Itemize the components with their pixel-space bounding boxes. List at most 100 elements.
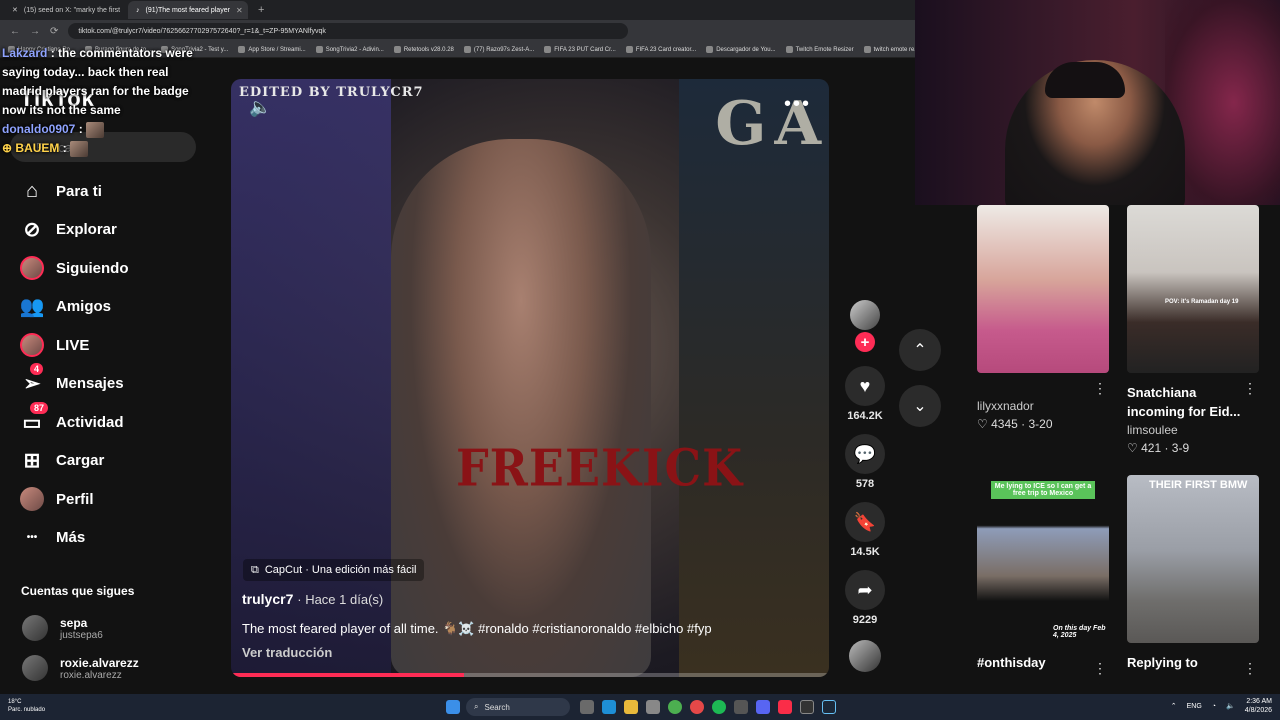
volume-icon[interactable]: 🔈 <box>1226 702 1235 710</box>
bookmark-item[interactable]: twitch emote re... <box>863 46 915 53</box>
forward-icon[interactable]: → <box>30 26 40 37</box>
sidebar-item-cargar[interactable]: ⊞ Cargar <box>20 446 105 474</box>
music-disc-button[interactable] <box>842 640 888 672</box>
video-author-row: trulycr7 · Hace 1 día(s) <box>242 591 383 607</box>
thumbnail-text: Me lying to ICE so I can get a free trip… <box>991 481 1095 499</box>
author-avatar-button[interactable]: + <box>842 300 888 352</box>
previous-video-button[interactable]: ⌃ <box>899 329 941 371</box>
volume-icon[interactable]: 🔈 <box>249 97 271 118</box>
browser-tab-2[interactable]: ♪ (91)The most feared player ✕ <box>128 1 248 19</box>
wifi-icon[interactable]: ◔ <box>1212 703 1216 710</box>
card-more-icon[interactable]: ⋮ <box>1093 660 1107 677</box>
card-author[interactable]: lilyxxnador <box>977 399 1109 413</box>
discord-icon[interactable] <box>756 700 770 714</box>
back-icon[interactable]: ← <box>10 26 20 37</box>
feed-card[interactable]: lilyxxnador ♡ 4345 · 3-20 ⋮ <box>977 205 1109 431</box>
bookmark-label: twitch emote re... <box>873 46 915 53</box>
file-explorer-icon[interactable] <box>624 700 638 714</box>
sidebar-item-más[interactable]: ••• Más <box>20 523 85 551</box>
background-sign: GA <box>715 89 829 159</box>
sidebar-item-perfil[interactable]: Perfil <box>20 485 94 513</box>
bookmark-item[interactable]: FIFA 23 PUT Card Cr... <box>544 46 616 53</box>
browser-tab-1[interactable]: ✕(15) seed on X: "marky the first✕ <box>4 1 124 19</box>
card-more-icon[interactable]: ⋮ <box>1243 660 1257 677</box>
sidebar-item-actividad[interactable]: ▭ 87 Actividad <box>20 402 124 436</box>
sidebar-item-para-ti[interactable]: ⌂ Para ti <box>20 177 102 205</box>
save-button[interactable]: 🔖 14.5K <box>842 502 888 558</box>
card-more-icon[interactable]: ⋮ <box>1093 380 1107 397</box>
video-thumbnail[interactable]: THEIR FIRST BMW <box>1127 475 1259 643</box>
thumbnail-text: POV: it's Ramadan day 19 <box>1165 299 1239 305</box>
translate-link[interactable]: Ver traducción <box>242 645 332 660</box>
video-background <box>679 79 829 677</box>
follow-plus-icon[interactable]: + <box>855 332 875 352</box>
feed-card[interactable]: THEIR FIRST BMW Replying to ⋮ <box>1127 475 1259 676</box>
language-indicator[interactable]: ENG <box>1187 703 1202 710</box>
card-title[interactable]: Replying to <box>1127 653 1245 672</box>
sidebar-item-label: Más <box>56 528 86 546</box>
bookmark-item[interactable]: App Store / Streami... <box>238 46 306 53</box>
browser-icon[interactable] <box>690 700 704 714</box>
bookmark-item[interactable]: (77) Razo97s Zest-A... <box>463 46 535 53</box>
card-title[interactable]: Snatchiana incoming for Eid... <box>1127 383 1245 421</box>
home-icon: ⌂ <box>25 179 39 202</box>
chrome-icon[interactable] <box>668 700 682 714</box>
steam-icon[interactable] <box>822 700 836 714</box>
card-author[interactable]: limsoulee <box>1127 423 1259 437</box>
comment-button[interactable]: 💬 578 <box>842 434 888 490</box>
app-icon[interactable] <box>734 700 748 714</box>
like-button[interactable]: ♥ 164.2K <box>842 366 888 422</box>
spotify-icon[interactable] <box>712 700 726 714</box>
tray-chevron-icon[interactable]: ⌃ <box>1171 702 1177 710</box>
sidebar-item-live[interactable]: LIVE <box>20 331 89 359</box>
next-video-button[interactable]: ⌄ <box>899 385 941 427</box>
bookmark-label: (77) Razo97s Zest-A... <box>473 46 535 53</box>
more-icon: ••• <box>26 531 38 543</box>
sidebar-item-label: Para ti <box>56 182 102 200</box>
weather-widget[interactable]: 18°C Parc. nublado <box>8 698 45 714</box>
url-field[interactable]: tiktok.com/@trulycr7/video/7625662770297… <box>68 23 629 39</box>
feed-card[interactable]: POV: it's Ramadan day 19 Snatchiana inco… <box>1127 205 1259 455</box>
card-more-icon[interactable]: ⋮ <box>1243 380 1257 397</box>
taskbar-search[interactable]: ⌕ Search <box>466 698 570 716</box>
video-thumbnail[interactable] <box>977 205 1109 373</box>
obs-icon[interactable] <box>800 700 814 714</box>
following-account-roxie[interactable]: roxie.alvarezz roxie.alvarezz <box>22 655 139 681</box>
sidebar-item-explorar[interactable]: ⊘ Explorar <box>20 215 117 243</box>
edge-icon[interactable] <box>602 700 616 714</box>
close-tab-icon[interactable]: ✕ <box>236 6 243 15</box>
share-button[interactable]: ➦ 9229 <box>842 570 888 626</box>
windows-start-icon[interactable] <box>446 700 460 714</box>
bookmark-item[interactable]: Retetools v28.0.28 <box>393 46 454 53</box>
new-tab-icon[interactable]: + <box>252 4 270 16</box>
video-thumbnail[interactable]: Me lying to ICE so I can get a free trip… <box>977 475 1109 643</box>
browser-tabbar: ✕ (15) seed on X: "marky the first ✕ ♪ (91)… <box>0 0 915 20</box>
stream-chat-overlay: Lakzard : the commentators were saying t… <box>2 44 207 158</box>
sidebar-item-amigos[interactable]: 👥 Amigos <box>20 292 111 320</box>
bookmark-item[interactable]: Twitch Emote Resizer <box>785 46 854 53</box>
capcut-icon: ⧉ <box>251 563 259 576</box>
more-options-icon[interactable]: ••• <box>784 93 811 116</box>
music-app-icon[interactable] <box>778 700 792 714</box>
taskbar-clock[interactable]: 2:36 AM 4/8/2026 <box>1245 697 1272 715</box>
video-player[interactable]: GA EDITED BY TRULYCR7 🔈 ••• FREEKICK ⧉ Ca… <box>231 79 829 677</box>
card-title[interactable]: #onthisday <box>977 653 1095 672</box>
following-account-sepa[interactable]: sepa justsepa6 <box>22 615 103 641</box>
capcut-link[interactable]: ⧉ CapCut · Una edición más fácil <box>243 559 425 581</box>
sidebar-item-siguiendo[interactable]: Siguiendo <box>20 254 129 282</box>
bookmark-item[interactable]: FIFA 23 Card creator... <box>625 46 696 53</box>
task-view-icon[interactable] <box>580 700 594 714</box>
bookmark-item[interactable]: SongTrivia2 - Adivin... <box>315 46 384 53</box>
video-thumbnail[interactable]: POV: it's Ramadan day 19 <box>1127 205 1259 373</box>
sidebar-item-label: Siguiendo <box>56 259 129 277</box>
reload-icon[interactable]: ⟳ <box>50 26 58 37</box>
video-progress-bar[interactable] <box>231 673 829 677</box>
store-icon[interactable] <box>646 700 660 714</box>
sidebar-item-mensajes[interactable]: ➢ 4 Mensajes <box>20 363 124 397</box>
friends-icon: 👥 <box>19 295 45 318</box>
account-name: sepa <box>60 615 88 630</box>
feed-card[interactable]: Me lying to ICE so I can get a free trip… <box>977 475 1109 676</box>
author-name[interactable]: trulycr7 <box>242 591 293 607</box>
bookmark-favicon-icon <box>785 46 793 53</box>
bookmark-item[interactable]: Descargador de You... <box>706 46 776 53</box>
